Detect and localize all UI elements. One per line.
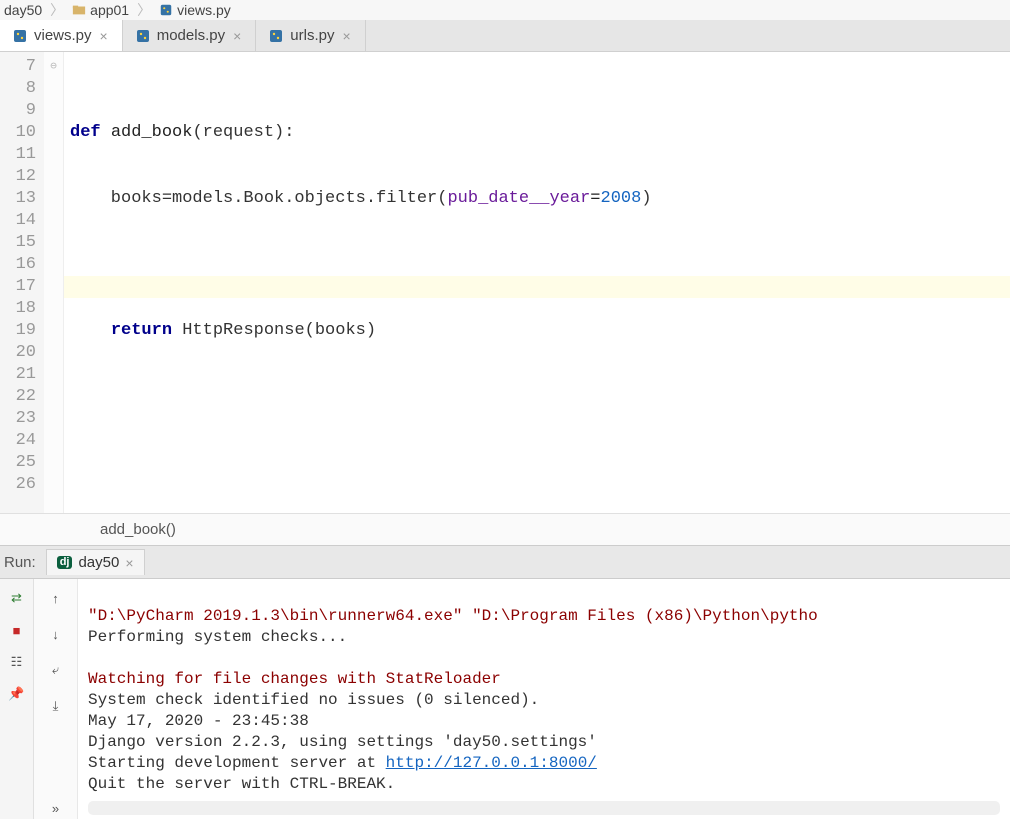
context-path: add_book() bbox=[100, 521, 176, 538]
run-panel: ⇄ ■ ☷ 📌 ↑ ↓ ⤶ ⤓ » "D:\PyCharm 2019.1.3\b… bbox=[0, 579, 1010, 819]
breadcrumb-app[interactable]: app01 bbox=[72, 2, 129, 18]
chevron-right-icon: 〉 bbox=[135, 0, 153, 20]
folder-icon bbox=[72, 3, 86, 17]
console-line: Starting development server at http://12… bbox=[88, 754, 597, 772]
run-config-name: day50 bbox=[78, 554, 119, 571]
run-toolbar-primary: ⇄ ■ ☷ 📌 bbox=[0, 579, 34, 819]
python-file-icon bbox=[135, 28, 151, 44]
editor-tabs: views.py × models.py × urls.py × bbox=[0, 20, 1010, 52]
arrow-up-icon[interactable]: ↑ bbox=[45, 587, 67, 609]
tab-label: models.py bbox=[157, 27, 225, 44]
pin-icon[interactable]: 📌 bbox=[6, 683, 28, 705]
run-panel-header: Run: dj day50 × bbox=[0, 545, 1010, 579]
horizontal-scrollbar[interactable] bbox=[88, 801, 1000, 815]
chevron-right-icon: 〉 bbox=[48, 0, 66, 20]
context-bar: add_book() bbox=[0, 513, 1010, 545]
run-config-tab[interactable]: dj day50 × bbox=[46, 549, 145, 575]
django-icon: dj bbox=[57, 556, 73, 569]
layout-icon[interactable]: ☷ bbox=[6, 651, 28, 673]
close-icon[interactable]: × bbox=[125, 555, 133, 571]
rerun-icon[interactable]: ⇄ bbox=[6, 587, 28, 609]
code-area[interactable]: def add_book(request): books=models.Book… bbox=[64, 52, 1010, 513]
run-label: Run: bbox=[4, 554, 36, 571]
console-line: May 17, 2020 - 23:45:38 bbox=[88, 712, 309, 730]
tab-models[interactable]: models.py × bbox=[123, 20, 257, 51]
python-file-icon bbox=[159, 3, 173, 17]
fold-gutter: ⊖ bbox=[44, 52, 64, 513]
code-editor[interactable]: 78910111213 14151617181920 212223242526 … bbox=[0, 52, 1010, 513]
close-icon[interactable]: × bbox=[98, 28, 110, 44]
tab-label: urls.py bbox=[290, 27, 334, 44]
console-line: "D:\PyCharm 2019.1.3\bin\runnerw64.exe" … bbox=[88, 607, 818, 625]
scroll-to-end-icon[interactable]: ⤓ bbox=[45, 695, 67, 717]
tab-views[interactable]: views.py × bbox=[0, 20, 123, 51]
server-url-link[interactable]: http://127.0.0.1:8000/ bbox=[386, 754, 597, 772]
python-file-icon bbox=[12, 28, 28, 44]
breadcrumb-file[interactable]: views.py bbox=[159, 2, 231, 18]
more-icon[interactable]: » bbox=[45, 797, 67, 819]
current-line-highlight bbox=[64, 276, 1010, 298]
console-line: Performing system checks... bbox=[88, 628, 347, 646]
breadcrumb: day50 〉 app01 〉 views.py bbox=[0, 0, 1010, 20]
console-line: Quit the server with CTRL-BREAK. bbox=[88, 775, 395, 793]
console-line: Watching for file changes with StatReloa… bbox=[88, 670, 501, 688]
console-output[interactable]: "D:\PyCharm 2019.1.3\bin\runnerw64.exe" … bbox=[78, 579, 1010, 819]
tab-urls[interactable]: urls.py × bbox=[256, 20, 365, 51]
console-line: Django version 2.2.3, using settings 'da… bbox=[88, 733, 597, 751]
python-file-icon bbox=[268, 28, 284, 44]
breadcrumb-project[interactable]: day50 bbox=[4, 2, 42, 18]
fold-toggle-icon[interactable]: ⊖ bbox=[44, 56, 63, 78]
soft-wrap-icon[interactable]: ⤶ bbox=[45, 659, 67, 681]
close-icon[interactable]: × bbox=[340, 28, 352, 44]
tab-label: views.py bbox=[34, 27, 92, 44]
close-icon[interactable]: × bbox=[231, 28, 243, 44]
console-line: System check identified no issues (0 sil… bbox=[88, 691, 539, 709]
line-number-gutter: 78910111213 14151617181920 212223242526 bbox=[0, 52, 44, 513]
arrow-down-icon[interactable]: ↓ bbox=[45, 623, 67, 645]
stop-icon[interactable]: ■ bbox=[6, 619, 28, 641]
run-toolbar-secondary: ↑ ↓ ⤶ ⤓ » bbox=[34, 579, 78, 819]
